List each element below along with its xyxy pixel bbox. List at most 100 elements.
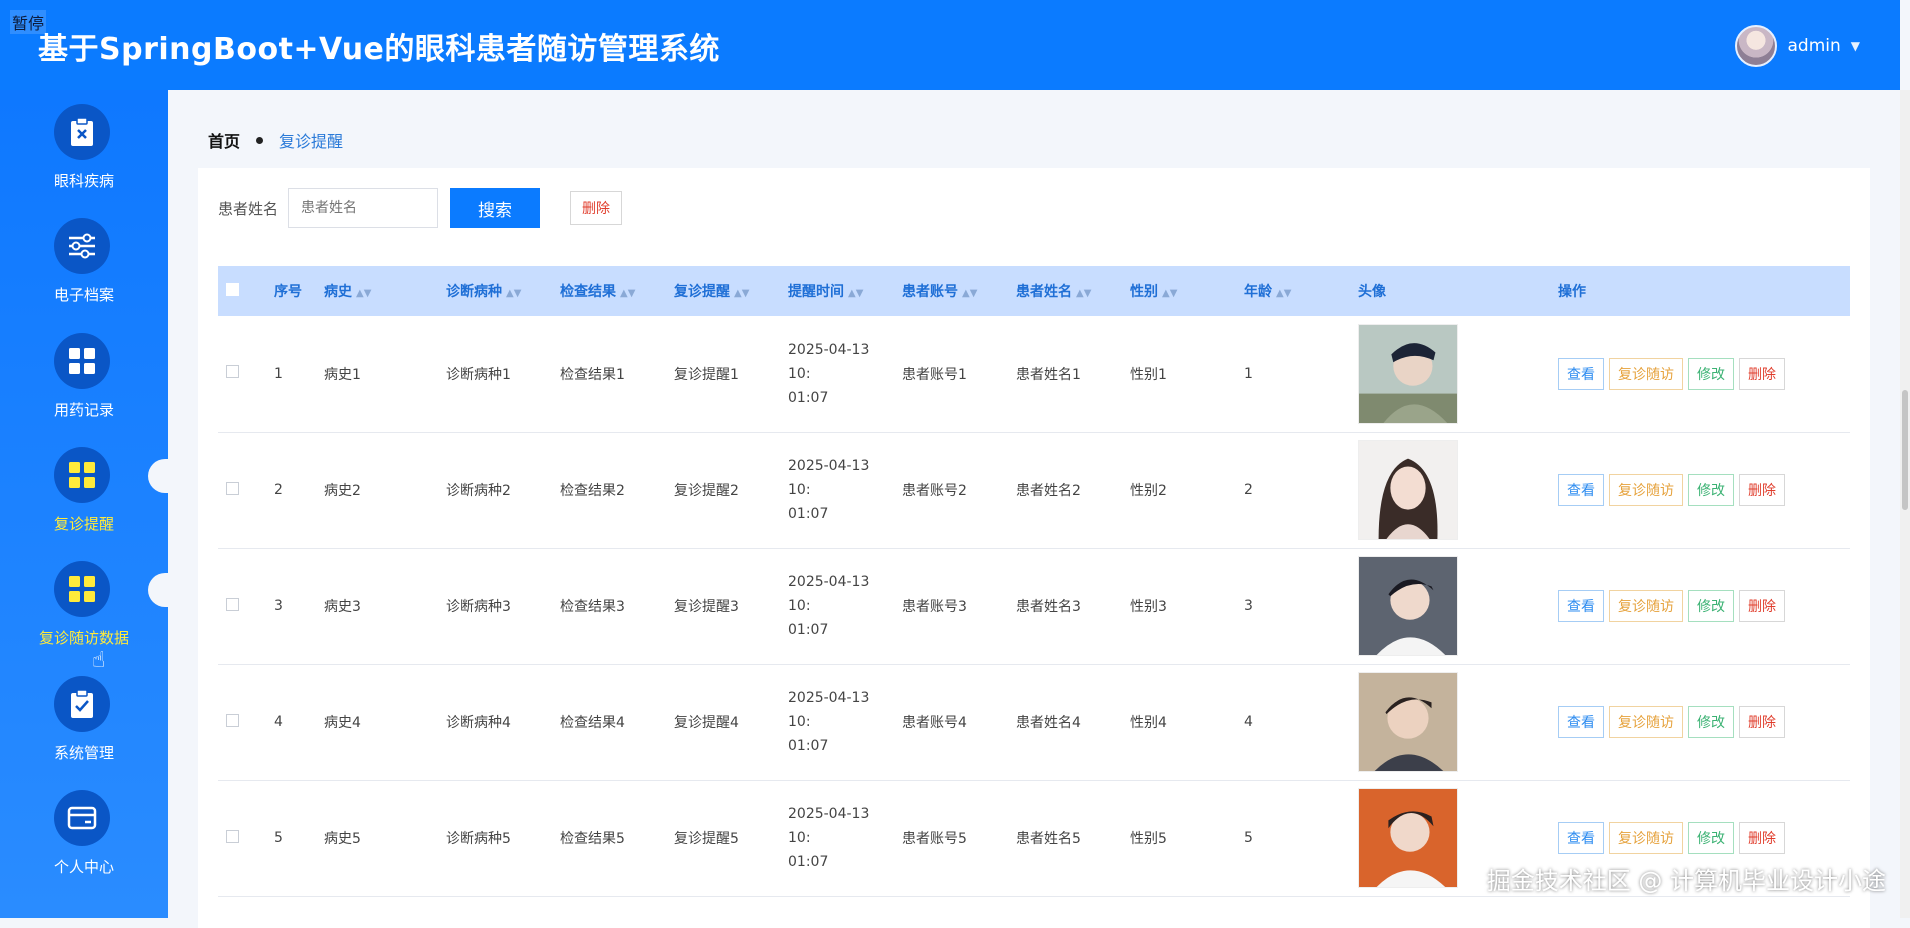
sidebar-item-medication[interactable]: 用药记录	[0, 333, 168, 443]
follow-up-button[interactable]: 复诊随访	[1609, 358, 1683, 390]
search-button[interactable]: 搜索	[450, 188, 540, 228]
edit-button[interactable]: 修改	[1688, 590, 1734, 622]
header-name[interactable]: 患者姓名▲▼	[1008, 266, 1122, 316]
sort-icon[interactable]: ▲▼	[848, 288, 863, 299]
page-scrollbar[interactable]	[1900, 90, 1910, 918]
row-select[interactable]	[218, 664, 266, 780]
time-line-1: 2025-04-13 10:	[788, 570, 886, 618]
clipboard-x-icon	[54, 104, 110, 160]
sidebar-item-revisit-reminder[interactable]: 复诊提醒	[0, 447, 168, 557]
edit-button[interactable]: 修改	[1688, 706, 1734, 738]
cell-result: 检查结果1	[552, 316, 666, 432]
view-button[interactable]: 查看	[1558, 706, 1604, 738]
cell-time: 2025-04-13 10:01:07	[780, 432, 894, 548]
cell-no: 2	[266, 432, 316, 548]
sidebar-item-revisit-data[interactable]: 复诊随访数据	[0, 561, 168, 671]
cell-no: 3	[266, 548, 316, 664]
cell-photo	[1350, 316, 1550, 432]
sort-icon[interactable]: ▲▼	[620, 288, 635, 299]
header-gender[interactable]: 性别 ▲▼	[1122, 266, 1236, 316]
cell-reminder: 复诊提醒3	[666, 548, 780, 664]
cell-history: 病史3	[316, 548, 438, 664]
patient-photo	[1358, 556, 1458, 656]
breadcrumb-home[interactable]: 首页	[208, 128, 240, 152]
edit-button[interactable]: 修改	[1688, 822, 1734, 854]
chevron-down-icon[interactable]: ▼	[1851, 39, 1860, 53]
search-input[interactable]	[288, 188, 438, 228]
cell-gender: 性别5	[1122, 780, 1236, 896]
batch-delete-button[interactable]: 删除	[570, 191, 622, 225]
sort-icon[interactable]: ▲▼	[506, 288, 521, 299]
cell-reminder: 复诊提醒2	[666, 432, 780, 548]
header-label: 性别	[1130, 284, 1158, 300]
grid-icon	[54, 561, 110, 617]
row-select[interactable]	[218, 316, 266, 432]
checkbox[interactable]	[226, 714, 239, 727]
header-photo: 头像	[1350, 266, 1550, 316]
cell-account: 患者账号3	[894, 548, 1008, 664]
sidebar-item-eye-disease[interactable]: 眼科疾病	[0, 104, 168, 214]
sidebar-item-label: 眼科疾病	[0, 170, 168, 191]
sidebar-item-label: 复诊提醒	[0, 513, 168, 534]
cell-time: 2025-04-13 10:01:07	[780, 316, 894, 432]
sort-icon[interactable]: ▲▼	[962, 288, 977, 299]
cell-reminder: 复诊提醒5	[666, 780, 780, 896]
view-button[interactable]: 查看	[1558, 590, 1604, 622]
sort-icon[interactable]: ▲▼	[1276, 288, 1291, 299]
header-disease[interactable]: 诊断病种▲▼	[438, 266, 552, 316]
row-select[interactable]	[218, 780, 266, 896]
user-name[interactable]: admin	[1787, 36, 1840, 56]
follow-up-button[interactable]: 复诊随访	[1609, 590, 1683, 622]
follow-up-button[interactable]: 复诊随访	[1609, 474, 1683, 506]
follow-up-button[interactable]: 复诊随访	[1609, 822, 1683, 854]
view-button[interactable]: 查看	[1558, 358, 1604, 390]
user-menu[interactable]: admin ▼	[1735, 25, 1860, 67]
cell-gender: 性别1	[1122, 316, 1236, 432]
table-row: 1 病史1 诊断病种1 检查结果1 复诊提醒1 2025-04-13 10:01…	[218, 316, 1850, 432]
sidebar-item-system[interactable]: 系统管理	[0, 676, 168, 786]
sort-icon[interactable]: ▲▼	[356, 288, 371, 299]
sort-icon[interactable]: ▲▼	[734, 288, 749, 299]
header-history[interactable]: 病史▲▼	[316, 266, 438, 316]
view-button[interactable]: 查看	[1558, 474, 1604, 506]
header-account[interactable]: 患者账号▲▼	[894, 266, 1008, 316]
follow-up-button[interactable]: 复诊随访	[1609, 706, 1683, 738]
delete-button[interactable]: 删除	[1739, 474, 1785, 506]
edit-button[interactable]: 修改	[1688, 474, 1734, 506]
checkbox[interactable]	[226, 482, 239, 495]
cell-history: 病史5	[316, 780, 438, 896]
sidebar-item-e-records[interactable]: 电子档案	[0, 218, 168, 328]
search-label: 患者姓名	[218, 198, 278, 219]
sort-icon[interactable]: ▲▼	[1162, 288, 1177, 299]
delete-button[interactable]: 删除	[1739, 822, 1785, 854]
checkbox[interactable]	[226, 598, 239, 611]
sort-icon[interactable]: ▲▼	[1076, 288, 1091, 299]
header-select-all[interactable]	[218, 266, 266, 316]
cell-gender: 性别3	[1122, 548, 1236, 664]
avatar[interactable]	[1735, 25, 1777, 67]
patient-photo	[1358, 788, 1458, 888]
header-label: 年龄	[1244, 284, 1272, 300]
checkbox[interactable]	[226, 283, 239, 296]
cell-time: 2025-04-13 10:01:07	[780, 780, 894, 896]
delete-button[interactable]: 删除	[1739, 358, 1785, 390]
scrollbar-thumb[interactable]	[1902, 390, 1908, 510]
cell-result: 检查结果2	[552, 432, 666, 548]
cell-age: 5	[1236, 780, 1350, 896]
header-reminder[interactable]: 复诊提醒▲▼	[666, 266, 780, 316]
patient-photo	[1358, 324, 1458, 424]
row-select[interactable]	[218, 548, 266, 664]
sidebar-item-profile[interactable]: 个人中心	[0, 790, 168, 900]
view-button[interactable]: 查看	[1558, 822, 1604, 854]
delete-button[interactable]: 删除	[1739, 590, 1785, 622]
edit-button[interactable]: 修改	[1688, 358, 1734, 390]
cell-actions: 查看 复诊随访 修改 删除	[1550, 548, 1850, 664]
header-time[interactable]: 提醒时间▲▼	[780, 266, 894, 316]
table-row: 2 病史2 诊断病种2 检查结果2 复诊提醒2 2025-04-13 10:01…	[218, 432, 1850, 548]
checkbox[interactable]	[226, 365, 239, 378]
checkbox[interactable]	[226, 830, 239, 843]
row-select[interactable]	[218, 432, 266, 548]
delete-button[interactable]: 删除	[1739, 706, 1785, 738]
header-result[interactable]: 检查结果▲▼	[552, 266, 666, 316]
header-age[interactable]: 年龄 ▲▼	[1236, 266, 1350, 316]
